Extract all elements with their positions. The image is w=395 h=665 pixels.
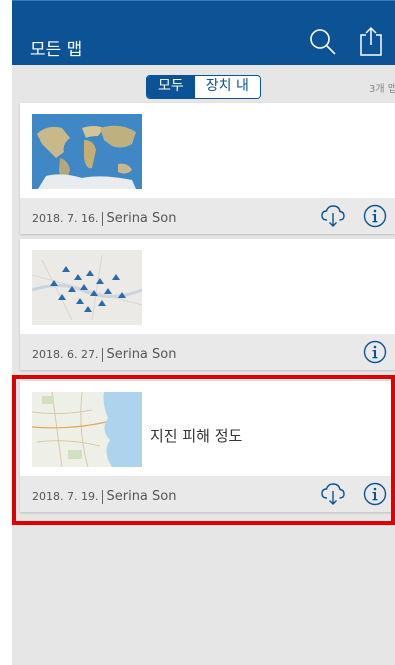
info-button[interactable] bbox=[363, 204, 387, 228]
map-card-footer: 2018. 6. 27. Serina Son bbox=[20, 334, 395, 370]
filter-bar: 모두 장치 내 3개 맵 bbox=[12, 65, 395, 103]
map-thumbnail[interactable] bbox=[32, 250, 142, 325]
map-card[interactable]: 2018. 7. 16. Serina Son bbox=[20, 103, 395, 234]
info-icon bbox=[363, 340, 387, 364]
map-meta: 2018. 7. 19. Serina Son bbox=[32, 486, 176, 505]
share-icon bbox=[360, 26, 382, 56]
filter-all-option[interactable]: 모두 bbox=[147, 76, 195, 98]
map-count: 3개 맵 bbox=[369, 84, 395, 95]
top-nav-bar: 모든 맵 bbox=[12, 0, 395, 65]
divider bbox=[102, 489, 104, 504]
map-date: 2018. 7. 16. bbox=[32, 212, 99, 225]
search-icon bbox=[310, 29, 336, 55]
map-author: Serina Son bbox=[106, 489, 177, 504]
filter-on-device-option[interactable]: 장치 내 bbox=[194, 76, 260, 98]
map-author: Serina Son bbox=[106, 211, 177, 226]
segmented-filter: 모두 장치 내 bbox=[146, 75, 261, 99]
map-card-body[interactable] bbox=[20, 103, 395, 196]
cloud-download-icon bbox=[321, 483, 345, 505]
map-card-body[interactable] bbox=[20, 239, 395, 332]
share-button[interactable] bbox=[356, 25, 386, 57]
world-map-thumbnail bbox=[32, 114, 142, 189]
divider bbox=[102, 347, 104, 362]
cloud-download-icon bbox=[321, 205, 345, 227]
map-thumbnail[interactable] bbox=[32, 114, 142, 189]
map-meta: 2018. 7. 16. Serina Son bbox=[32, 208, 176, 227]
divider bbox=[102, 211, 104, 226]
page-title: 모든 맵 bbox=[30, 40, 83, 60]
download-button[interactable] bbox=[320, 482, 346, 506]
map-card-body[interactable]: 지진 피해 정도 bbox=[20, 381, 395, 474]
map-date: 2018. 7. 19. bbox=[32, 490, 99, 503]
city-points-map-thumbnail bbox=[32, 250, 142, 325]
search-button[interactable] bbox=[308, 27, 338, 57]
map-date: 2018. 6. 27. bbox=[32, 348, 99, 361]
map-card[interactable]: 2018. 6. 27. Serina Son bbox=[20, 239, 395, 370]
map-meta: 2018. 6. 27. Serina Son bbox=[32, 344, 176, 363]
download-button[interactable] bbox=[320, 204, 346, 228]
map-card-footer: 2018. 7. 16. Serina Son bbox=[20, 198, 395, 234]
map-card[interactable]: 지진 피해 정도 2018. 7. 19. Serina Son bbox=[20, 381, 395, 512]
map-author: Serina Son bbox=[106, 347, 177, 362]
map-card-footer: 2018. 7. 19. Serina Son bbox=[20, 476, 395, 512]
info-button[interactable] bbox=[363, 482, 387, 506]
map-thumbnail[interactable] bbox=[32, 392, 142, 467]
info-icon bbox=[363, 204, 387, 228]
screen-margin bbox=[0, 0, 12, 665]
map-title: 지진 피해 정도 bbox=[150, 427, 243, 445]
info-button[interactable] bbox=[363, 340, 387, 364]
info-icon bbox=[363, 482, 387, 506]
coastal-street-map-thumbnail bbox=[32, 392, 142, 467]
